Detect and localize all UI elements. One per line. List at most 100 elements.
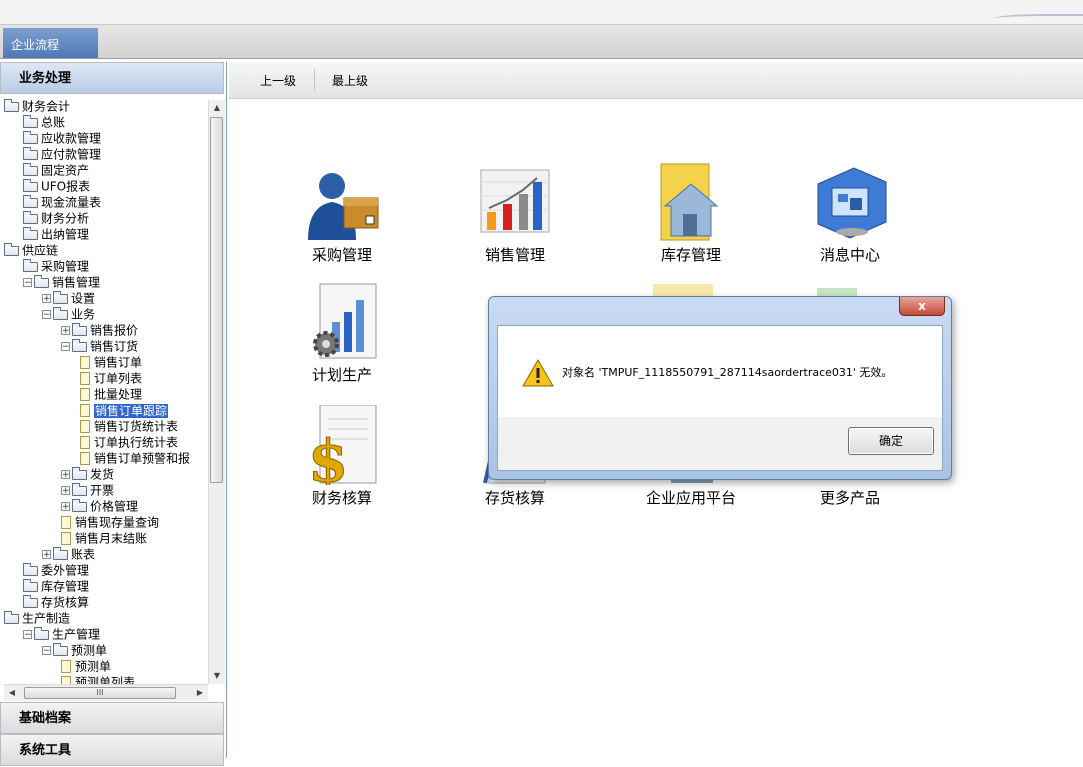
tree-item[interactable]: 批量处理 — [80, 386, 142, 402]
tree-item-label: 开票 — [90, 483, 115, 498]
app-message-center[interactable]: 消息中心 — [780, 162, 920, 265]
tree-item[interactable]: − 生产管理 — [23, 626, 100, 642]
tree-item[interactable]: − 销售订货 — [61, 338, 138, 354]
expand-icon[interactable]: + — [61, 486, 70, 496]
folder-icon — [23, 226, 38, 240]
tree-item[interactable]: + 开票 — [61, 482, 114, 498]
ok-button[interactable]: 确定 — [848, 427, 934, 455]
tree-item[interactable]: 财务分析 — [23, 210, 89, 226]
tree-item-label: 销售管理 — [52, 275, 101, 290]
folder-icon — [53, 546, 68, 560]
tree-item[interactable]: 销售订单 — [80, 354, 142, 370]
app-purchase[interactable]: 采购管理 — [272, 162, 412, 265]
tree-item-label: 供应链 — [22, 243, 59, 258]
folder-icon — [23, 594, 38, 608]
app-sales[interactable]: 销售管理 — [445, 162, 585, 265]
expand-icon[interactable]: + — [42, 550, 51, 560]
tree-item[interactable]: 订单列表 — [80, 370, 142, 386]
dialog-footer: 确定 — [497, 417, 943, 471]
tree-item[interactable]: − 业务 — [42, 306, 95, 322]
collapse-icon[interactable]: − — [42, 310, 51, 320]
collapse-icon[interactable]: − — [23, 278, 32, 288]
app-label: 财务核算 — [311, 489, 372, 507]
collapse-icon[interactable]: − — [42, 646, 51, 656]
tree-item[interactable]: 生产制造 — [4, 610, 70, 626]
plan-production-icon — [302, 282, 382, 362]
tree-item[interactable]: 出纳管理 — [23, 226, 89, 242]
tree-item[interactable]: 现金流量表 — [23, 194, 101, 210]
tree-item[interactable]: 存货核算 — [23, 594, 89, 610]
folder-icon — [72, 482, 87, 496]
tree-item-label: 批量处理 — [94, 387, 143, 402]
tree-item[interactable]: 销售订货统计表 — [80, 418, 178, 434]
collapse-icon[interactable]: − — [61, 342, 70, 352]
tree-item[interactable]: + 发货 — [61, 466, 114, 482]
document-icon — [61, 660, 71, 673]
tab-bar: 企业流程 — [0, 24, 1083, 59]
section-system-tools[interactable]: 系统工具 — [0, 734, 224, 766]
warning-icon — [522, 359, 554, 387]
tree-item[interactable]: 财务会计 — [4, 98, 70, 114]
scroll-thumb[interactable] — [210, 117, 223, 483]
app-label: 销售管理 — [484, 246, 545, 264]
tree-item[interactable]: 库存管理 — [23, 578, 89, 594]
tree-item[interactable]: 总账 — [23, 114, 65, 130]
tree-item-label: 库存管理 — [41, 579, 90, 594]
app-finance[interactable]: $ 财务核算 — [272, 404, 412, 508]
folder-icon — [23, 258, 38, 272]
tree-item[interactable]: + 价格管理 — [61, 498, 138, 514]
tree-item[interactable]: 销售订单预警和报 — [80, 450, 190, 466]
tree-item-label: 现金流量表 — [41, 195, 102, 210]
tree-horizontal-scrollbar[interactable]: ◀ III ▶ — [4, 684, 208, 701]
tree-item[interactable]: 采购管理 — [23, 258, 89, 274]
tree-item[interactable]: + 账表 — [42, 546, 95, 562]
folder-icon — [23, 178, 38, 192]
tree-item[interactable]: 应收款管理 — [23, 130, 101, 146]
folder-icon — [53, 306, 68, 320]
expand-icon[interactable]: + — [61, 502, 70, 512]
folder-icon — [72, 322, 87, 336]
app-plan-production[interactable]: 计划生产 — [272, 282, 412, 385]
tree-item[interactable]: 应付款管理 — [23, 146, 101, 162]
collapse-icon[interactable]: − — [23, 630, 32, 640]
finance-dollar-icon: $ — [302, 404, 382, 496]
folder-icon — [23, 130, 38, 144]
scroll-down-arrow-icon[interactable]: ▼ — [209, 668, 225, 684]
dialog-close-button[interactable]: x — [899, 297, 945, 316]
tree-item[interactable]: 委外管理 — [23, 562, 89, 578]
top-level-button[interactable]: 最上级 — [332, 62, 368, 98]
tree-item[interactable]: 供应链 — [4, 242, 58, 258]
tree-vertical-scrollbar[interactable]: ▲ ▼ — [208, 100, 225, 684]
folder-icon — [23, 210, 38, 224]
tree-item[interactable]: − 销售管理 — [23, 274, 100, 290]
scroll-h-thumb[interactable]: III — [24, 687, 176, 699]
scroll-up-arrow-icon[interactable]: ▲ — [209, 100, 225, 116]
tree-item-label: 发货 — [90, 467, 115, 482]
expand-icon[interactable]: + — [42, 294, 51, 304]
tree-item[interactable]: − 预测单 — [42, 642, 107, 658]
section-basic-archives[interactable]: 基础档案 — [0, 702, 224, 734]
tree-item[interactable]: 订单执行统计表 — [80, 434, 178, 450]
document-icon — [61, 532, 71, 545]
tree-item[interactable]: 销售月末结账 — [61, 530, 147, 546]
title-strip — [0, 0, 1083, 24]
tree-item[interactable]: + 销售报价 — [61, 322, 138, 338]
tree-item[interactable]: 销售订单跟踪 — [80, 402, 169, 418]
tree-item[interactable]: UFO报表 — [23, 178, 90, 194]
tree-item[interactable]: 销售现存量查询 — [61, 514, 159, 530]
tab-enterprise-flow[interactable]: 企业流程 — [3, 28, 98, 58]
expand-icon[interactable]: + — [61, 470, 70, 480]
section-business-processing[interactable]: 业务处理 — [0, 62, 224, 94]
tree-item-label: 销售订单预警和报 — [94, 451, 191, 466]
scroll-right-arrow-icon[interactable]: ▶ — [192, 685, 208, 701]
tree-item[interactable]: + 设置 — [42, 290, 95, 306]
scroll-left-arrow-icon[interactable]: ◀ — [4, 685, 20, 701]
tree-item[interactable]: 预测单 — [61, 658, 111, 674]
expand-icon[interactable]: + — [61, 326, 70, 336]
up-one-level-button[interactable]: 上一级 — [260, 62, 296, 98]
folder-icon — [4, 98, 19, 112]
tree-item[interactable]: 固定资产 — [23, 162, 89, 178]
module-tree: 财务会计 总账 应收款管理 应付款管理 固定资产 UFO报表 现金流量表 财务分析 出纳管理 供应… — [4, 98, 208, 686]
app-label: 存货核算 — [484, 489, 545, 507]
app-inventory[interactable]: 库存管理 — [621, 162, 761, 265]
